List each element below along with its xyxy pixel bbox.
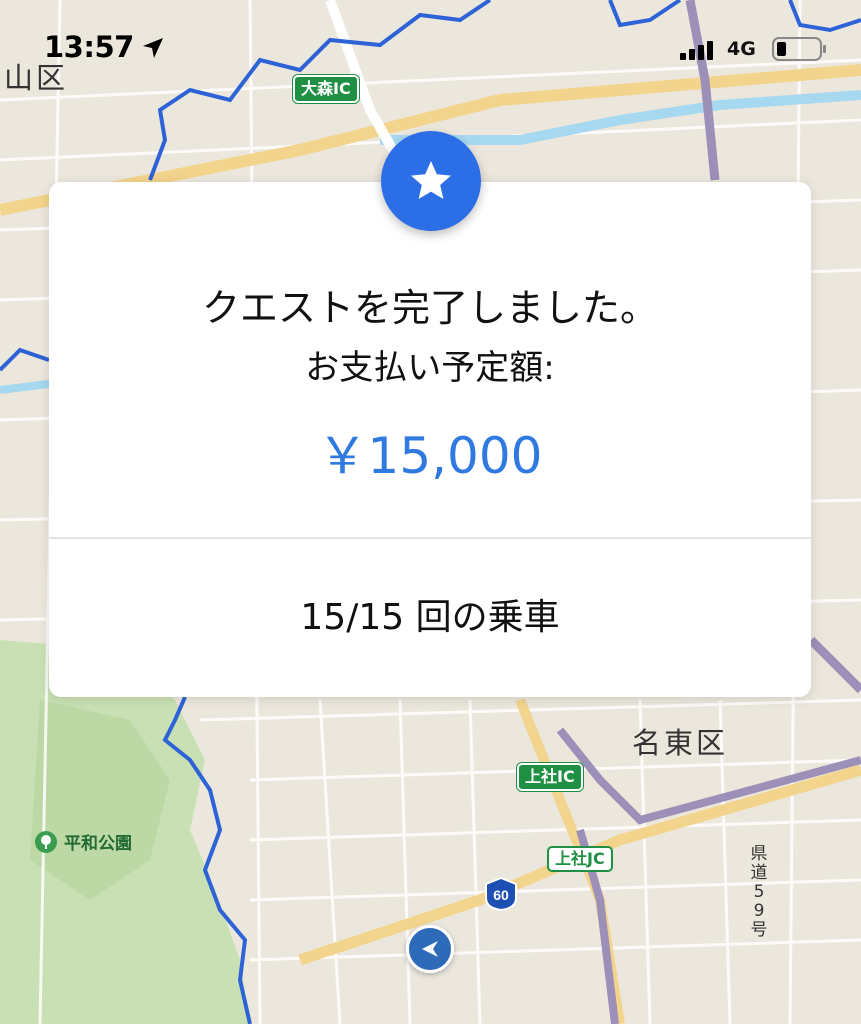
- quest-complete-dialog: クエストを完了しました。 お支払い予定額: ￥15,000 15/15 回の乗車: [49, 182, 811, 697]
- star-badge: [381, 131, 481, 231]
- ic-sign-omori: 大森IC: [293, 75, 359, 103]
- ic-sign-kamiyashiro: 上社IC: [517, 763, 583, 791]
- jc-sign-kamiyashiro: 上社JC: [547, 846, 613, 872]
- network-type: 4G: [727, 38, 756, 60]
- park-name: 平和公園: [64, 834, 132, 854]
- payment-amount: ￥15,000: [317, 427, 543, 485]
- route-shield-icon: 60: [485, 876, 517, 912]
- prefectural-road-label: 県道59号: [750, 844, 768, 940]
- cellular-signal-icon: [680, 41, 713, 60]
- tree-icon: [35, 830, 57, 853]
- status-time: 13:57: [44, 30, 134, 64]
- dialog-title: クエストを完了しました。: [201, 286, 658, 330]
- star-icon: [411, 161, 451, 199]
- user-location-marker[interactable]: [406, 925, 454, 973]
- route-number: 60: [493, 887, 509, 903]
- battery-icon: [772, 37, 826, 61]
- district-label-meito: 名東区: [632, 726, 729, 760]
- screen: 山区 名東区 大森IC 上社IC 上社JC 平和公園 県道59号 60 13:5…: [0, 0, 861, 1024]
- park-label: 平和公園: [34, 829, 132, 854]
- divider: [49, 537, 811, 539]
- ride-count: 15/15 回の乗車: [300, 597, 560, 638]
- dialog-subtitle: お支払い予定額:: [305, 348, 555, 388]
- navigation-arrow-icon: [422, 941, 438, 957]
- location-services-icon: [143, 38, 163, 58]
